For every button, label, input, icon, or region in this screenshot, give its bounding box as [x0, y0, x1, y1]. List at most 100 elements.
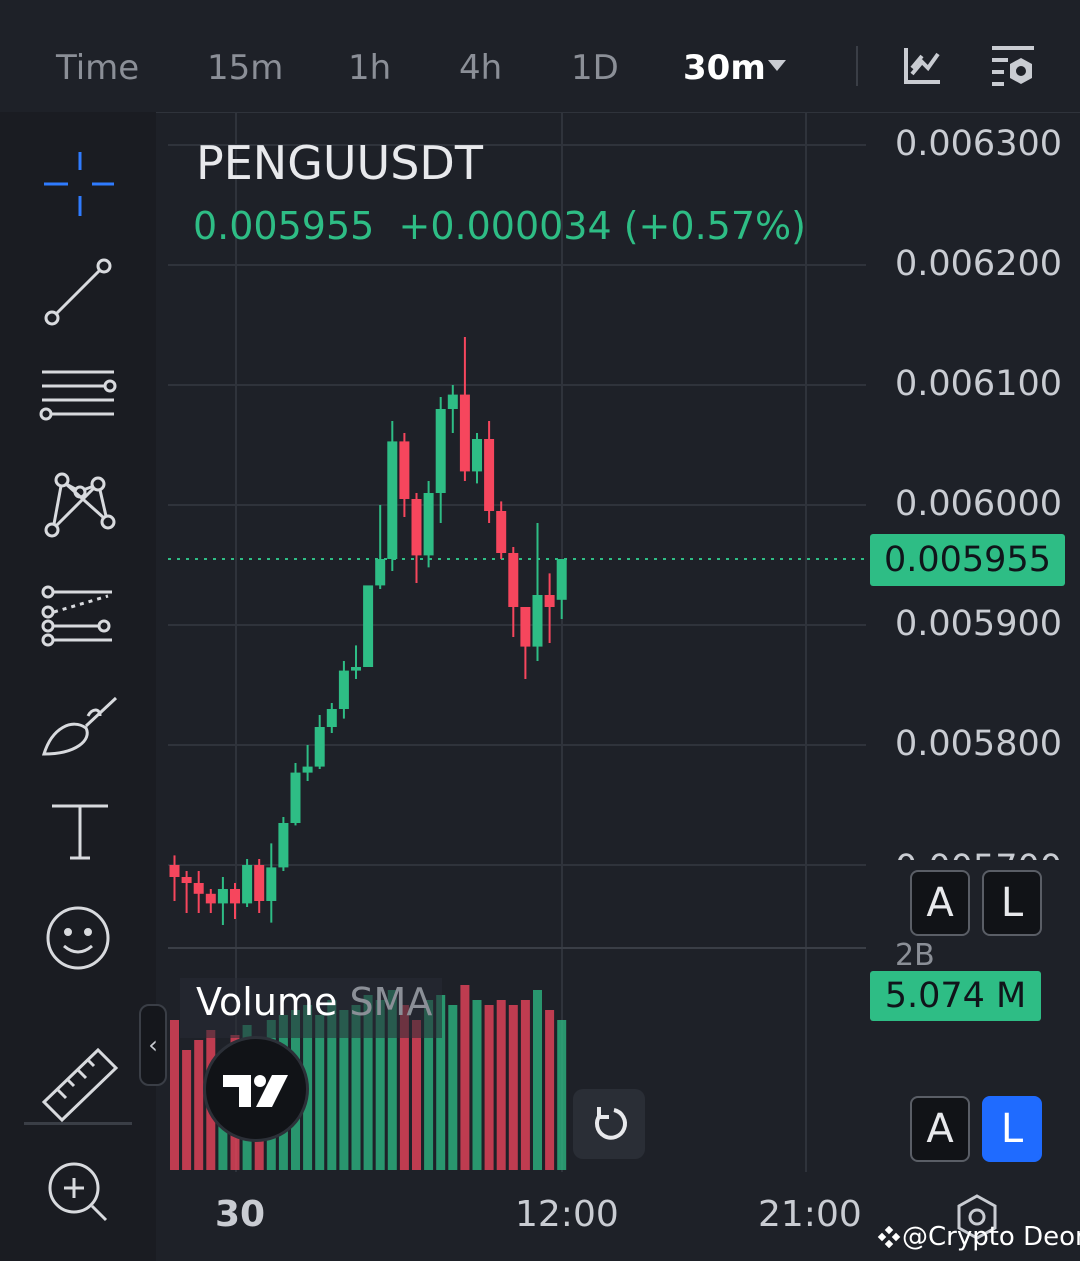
volume-bar: [508, 1005, 518, 1170]
reset-icon[interactable]: [573, 1089, 645, 1159]
volume-auto-scale-button[interactable]: A: [910, 1096, 970, 1162]
candle-body: [266, 867, 277, 901]
watermark-text: @Crypto Deon: [902, 1222, 1080, 1252]
text-icon[interactable]: [36, 788, 124, 876]
volume-bar: [484, 1005, 494, 1170]
volume-bar: [448, 1005, 458, 1170]
candle-body: [375, 559, 386, 586]
quote-line: 0.005955 +0.000034 (+0.57%): [193, 204, 806, 248]
binance-icon: [877, 1225, 901, 1249]
price-tick: 0.006200: [895, 244, 1063, 284]
candle-body: [484, 439, 495, 511]
zoom-in-icon[interactable]: [36, 1148, 124, 1236]
volume-bar: [496, 1000, 506, 1170]
tab-4h[interactable]: 4h: [459, 48, 502, 88]
candle-body: [532, 595, 543, 647]
candle-body: [411, 499, 422, 556]
tab-1h[interactable]: 1h: [348, 48, 391, 88]
price-tick: 0.006300: [895, 124, 1063, 164]
price-tick: 0.005800: [895, 724, 1063, 764]
candle-body: [496, 511, 507, 553]
volume-legend[interactable]: Volume SMA: [196, 980, 432, 1024]
price-tick: 0.006100: [895, 364, 1063, 404]
candle-body: [556, 559, 567, 600]
volume-bar: [460, 985, 470, 1170]
candle-body: [169, 865, 180, 877]
volume-bar: [472, 1000, 482, 1170]
volume-axis-tick: 2B: [895, 938, 935, 968]
brush-icon[interactable]: [36, 678, 124, 766]
last-price: 0.005955: [193, 204, 375, 248]
price-tick: 0.006000: [895, 484, 1063, 524]
candle-body: [193, 883, 204, 894]
candle-body: [314, 727, 325, 767]
candle-body: [254, 865, 265, 901]
volume-bar: [545, 1010, 555, 1170]
symbol-title: PENGUUSDT: [196, 136, 483, 190]
watermark: @Crypto Deon: [876, 1222, 1080, 1252]
volume-sma-label: SMA: [349, 980, 433, 1024]
time-tick: 21:00: [758, 1194, 862, 1235]
price-log-scale-button[interactable]: L: [982, 870, 1042, 936]
timeframe-toolbar: Time 15m 1h 4h 1D 30m: [0, 0, 1080, 113]
collapse-toolbar-button[interactable]: ‹: [139, 1004, 167, 1086]
candle-body: [338, 670, 349, 709]
ruler-icon[interactable]: [36, 1040, 124, 1128]
toolbar-divider: [856, 46, 858, 86]
candle-body: [217, 889, 228, 904]
price-tick: 0.005900: [895, 604, 1063, 644]
volume-bar: [182, 1050, 192, 1170]
candle-body: [230, 889, 240, 904]
chevron-down-icon[interactable]: [768, 60, 786, 71]
candle-body: [447, 394, 458, 409]
time-tab[interactable]: Time: [56, 48, 139, 88]
volume-bar: [315, 1015, 325, 1170]
volume-bar: [194, 1040, 204, 1170]
candle-body: [242, 865, 253, 904]
candle-body: [290, 772, 301, 823]
indicator-icon[interactable]: [900, 44, 944, 88]
tab-15m[interactable]: 15m: [207, 48, 283, 88]
candle-body: [435, 409, 446, 493]
fib-retracement-icon[interactable]: [36, 568, 124, 656]
volume-bar: [412, 1020, 421, 1170]
volume-bar: [533, 990, 542, 1170]
price-change: +0.000034 (+0.57%): [398, 204, 806, 248]
crosshair-icon[interactable]: [36, 140, 124, 228]
candle-body: [472, 439, 482, 472]
candle-body: [520, 607, 531, 647]
tradingview-logo: [203, 1036, 309, 1142]
volume-title: Volume: [196, 980, 338, 1024]
price-tick-clipped: 0.005700: [895, 846, 1062, 860]
candle-body: [181, 877, 192, 883]
drawing-toolbar: [0, 112, 156, 1261]
tab-1d[interactable]: 1D: [571, 48, 619, 88]
candle-body: [423, 493, 434, 556]
last-price-label: 0.005955: [870, 534, 1065, 586]
candle-body: [459, 394, 470, 472]
volume-log-scale-button[interactable]: L: [982, 1096, 1042, 1162]
time-tick: 12:00: [515, 1194, 619, 1235]
volume-bar: [170, 1020, 179, 1170]
candle-body: [278, 823, 289, 868]
candle-body: [508, 553, 519, 607]
candle-body: [399, 441, 410, 499]
pattern-icon[interactable]: [36, 458, 124, 546]
horizontal-lines-icon[interactable]: [36, 348, 124, 436]
chart-settings-icon[interactable]: [988, 42, 1038, 92]
candle-body: [544, 595, 555, 607]
volume-bar: [557, 1020, 567, 1170]
emoji-icon[interactable]: [36, 894, 124, 982]
volume-last-label: 5.074 M: [870, 971, 1041, 1021]
tab-30m[interactable]: 30m: [683, 48, 766, 88]
candle-body: [302, 766, 313, 773]
trend-line-icon[interactable]: [36, 248, 124, 336]
candle-body: [363, 585, 374, 667]
volume-bar: [520, 1000, 530, 1170]
candle-body: [205, 893, 216, 904]
price-auto-scale-button[interactable]: A: [910, 870, 970, 936]
candle-body: [351, 667, 361, 671]
time-tick: 30: [215, 1194, 266, 1235]
candle-body: [326, 709, 337, 727]
candle-body: [387, 441, 398, 559]
